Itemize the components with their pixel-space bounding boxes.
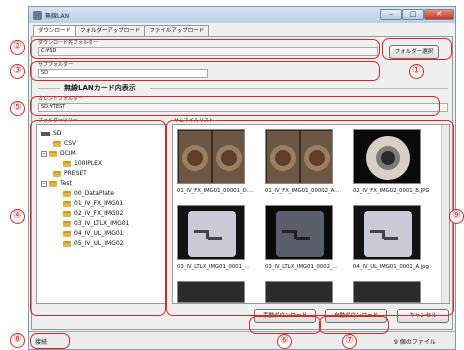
section-divider-right (150, 88, 448, 89)
annotation-folder-tree (30, 120, 166, 316)
annotation-download-folder (30, 39, 380, 59)
callout-3: ③ (10, 64, 25, 79)
callout-7: ⑦ (342, 334, 357, 349)
annotation-current-folder (30, 96, 440, 116)
close-button[interactable]: ✕ (424, 9, 454, 20)
annotation-manual-download (249, 316, 321, 334)
status-bar: 接続 9 個のファイル (29, 331, 455, 348)
section-divider-left (38, 88, 60, 89)
app-icon (33, 11, 42, 20)
callout-5: ⑤ (10, 101, 25, 116)
annotation-thumbnail-list (166, 120, 454, 316)
tab-file-upload[interactable]: ファイルアップロード (144, 25, 210, 36)
callout-8: ⑧ (10, 333, 25, 348)
callout-1: ① (409, 64, 424, 79)
section-title: 無線LANカード内表示 (64, 84, 136, 92)
callout-4: ④ (10, 209, 25, 224)
tab-folder-upload[interactable]: フォルダーアップロード (75, 25, 146, 36)
file-count: 9 個のファイル (394, 339, 436, 346)
callout-2: ② (10, 40, 25, 55)
annotation-auto-download (319, 316, 389, 334)
callout-6: ⑥ (277, 334, 292, 349)
annotation-status (30, 333, 70, 349)
window-title: 無線LAN (45, 13, 70, 20)
callout-9: ⑨ (449, 209, 464, 224)
annotation-sub-folder (30, 61, 380, 81)
annotation-folder-select (382, 38, 452, 60)
minimize-button[interactable]: – (380, 9, 402, 20)
maximize-button[interactable]: □ (402, 9, 424, 20)
title-bar: 無線LAN – □ ✕ (28, 6, 456, 23)
